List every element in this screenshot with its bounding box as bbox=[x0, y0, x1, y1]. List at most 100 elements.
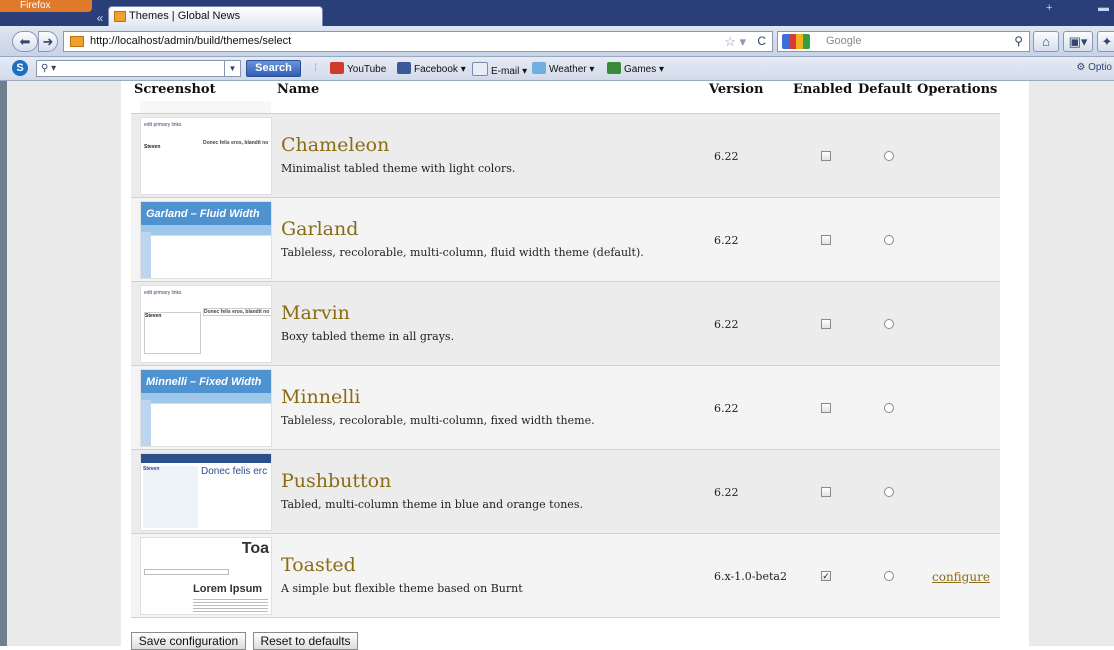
bookmark-email-label: E-mail ▾ bbox=[491, 66, 528, 77]
address-bar[interactable]: http://localhost/admin/build/themes/sele… bbox=[63, 31, 773, 52]
default-radio[interactable] bbox=[884, 235, 894, 245]
theme-description: A simple but flexible theme based on Bur… bbox=[281, 582, 523, 595]
header-screenshot: Screenshot bbox=[134, 82, 216, 97]
search-engine-placeholder: Google bbox=[826, 35, 862, 47]
reset-to-defaults-button[interactable]: Reset to defaults bbox=[253, 632, 358, 650]
reload-icon[interactable]: C bbox=[757, 32, 766, 51]
weather-icon bbox=[532, 62, 546, 74]
theme-screenshot: edit primary links Steven Donec felis er… bbox=[140, 117, 272, 195]
site-favicon-icon bbox=[114, 11, 126, 22]
thumb-title: Toa bbox=[241, 540, 269, 557]
table-row: Toa Lorem Ipsum Toasted A simple but fle… bbox=[131, 534, 1000, 618]
theme-name: Marvin bbox=[281, 302, 350, 324]
header-name: Name bbox=[277, 82, 320, 97]
theme-description: Tableless, recolorable, multi-column, fl… bbox=[281, 246, 644, 259]
bookmark-email[interactable]: E-mail ▾ bbox=[472, 62, 528, 77]
bookmark-games[interactable]: Games ▾ bbox=[607, 62, 664, 76]
url-text: http://localhost/admin/build/themes/sele… bbox=[90, 35, 292, 47]
theme-version: 6.22 bbox=[714, 402, 739, 415]
toolbar-separator-icon: ⁞ bbox=[314, 63, 317, 74]
thumb-links: edit primary links bbox=[144, 290, 182, 296]
browser-tab[interactable]: Themes | Global News bbox=[108, 6, 323, 26]
search-engine-field[interactable]: Google ⚲ bbox=[777, 31, 1030, 52]
thumb-heading: Donec felis erc bbox=[201, 466, 268, 477]
addons-button[interactable]: ▣▾ bbox=[1063, 31, 1093, 52]
thumb-main: Donec felis erc bbox=[201, 466, 271, 478]
google-logo-icon[interactable] bbox=[782, 34, 810, 49]
toolbar-search-button[interactable]: Search bbox=[246, 60, 301, 77]
toolbar-options[interactable]: ⚙ Optio bbox=[1076, 62, 1112, 73]
save-configuration-button[interactable]: Save configuration bbox=[131, 632, 246, 650]
theme-screenshot-partial bbox=[140, 101, 271, 113]
table-row: Minnelli – Fixed Width Minnelli Tableles… bbox=[131, 366, 1000, 450]
enabled-checkbox[interactable] bbox=[821, 403, 831, 413]
thumb-heading: Lorem Ipsum bbox=[193, 583, 263, 595]
thumb-site-name: Steven bbox=[145, 313, 162, 319]
thumb-heading: Donec felis eros, blandit no bbox=[204, 309, 270, 315]
theme-screenshot: edit primary links Steven Donec felis er… bbox=[140, 285, 272, 363]
theme-screenshot: Minnelli – Fixed Width bbox=[140, 369, 272, 447]
firefox-menu-button[interactable]: Firefox bbox=[0, 0, 92, 12]
enabled-checkbox[interactable] bbox=[821, 487, 831, 497]
table-row: Garland – Fluid Width Garland Tableless,… bbox=[131, 198, 1000, 282]
new-tab-icon[interactable]: + bbox=[1046, 2, 1052, 14]
theme-description: Tabled, multi-column theme in blue and o… bbox=[281, 498, 583, 511]
facebook-icon bbox=[397, 62, 411, 74]
bookmark-star-icon[interactable]: ☆ ▾ bbox=[724, 32, 746, 51]
table-header: Screenshot Name Version Enabled Default … bbox=[131, 81, 1000, 102]
thumb-sidebar: Steven bbox=[144, 144, 199, 150]
theme-version: 6.22 bbox=[714, 486, 739, 499]
bookmark-facebook[interactable]: Facebook ▾ bbox=[397, 62, 466, 76]
enabled-checkbox[interactable] bbox=[821, 319, 831, 329]
back-button[interactable]: ⬅ bbox=[12, 31, 38, 52]
bookmark-weather-label: Weather ▾ bbox=[549, 64, 595, 75]
sidebar-edge bbox=[0, 81, 7, 646]
toolbar-dropdown-icon[interactable]: ▼ bbox=[224, 61, 240, 76]
search-magnifier-icon[interactable]: ⚲ bbox=[1014, 32, 1023, 51]
youtube-icon bbox=[330, 62, 344, 74]
options-label: Optio bbox=[1088, 62, 1112, 73]
bookmark-youtube-label: YouTube bbox=[347, 64, 387, 75]
default-radio[interactable] bbox=[884, 319, 894, 329]
default-radio[interactable] bbox=[884, 403, 894, 413]
enabled-checkbox[interactable] bbox=[821, 235, 831, 245]
thumb-vertical-strip bbox=[141, 232, 151, 278]
thumb-sidebar: Steven bbox=[143, 466, 198, 528]
table-row-partial bbox=[131, 101, 1000, 114]
bookmark-weather[interactable]: Weather ▾ bbox=[532, 62, 594, 76]
overflow-button[interactable]: ✦ bbox=[1097, 31, 1114, 52]
home-button[interactable]: ⌂ bbox=[1033, 31, 1059, 52]
enabled-checkbox[interactable] bbox=[821, 151, 831, 161]
configure-link[interactable]: configure bbox=[932, 570, 990, 584]
page-margin-left bbox=[0, 81, 121, 646]
theme-description: Boxy tabled theme in all grays. bbox=[281, 330, 455, 343]
enabled-checkbox[interactable]: ✓ bbox=[821, 571, 831, 581]
theme-screenshot: Toa Lorem Ipsum bbox=[140, 537, 272, 615]
forward-button[interactable]: ➜ bbox=[38, 31, 58, 52]
page-margin-right bbox=[1029, 81, 1114, 646]
table-row: edit primary links Steven Donec felis er… bbox=[131, 114, 1000, 198]
theme-version: 6.22 bbox=[714, 318, 739, 331]
theme-version: 6.22 bbox=[714, 150, 739, 163]
options-icon: ⚙ bbox=[1076, 62, 1089, 73]
thumb-links: edit primary links bbox=[144, 122, 182, 128]
toolbar-logo-icon[interactable]: S bbox=[12, 60, 28, 76]
browser-title-bar: Firefox « Themes | Global News + ▬ bbox=[0, 0, 1114, 26]
tab-scroll-left-icon[interactable]: « bbox=[92, 10, 108, 26]
header-enabled: Enabled bbox=[793, 82, 853, 97]
bookmark-youtube[interactable]: YouTube bbox=[330, 62, 386, 76]
thumb-main: Donec felis eros, blandit no bbox=[203, 140, 271, 146]
minimize-window-icon[interactable]: ▬ bbox=[1098, 2, 1109, 14]
theme-name: Minnelli bbox=[281, 386, 361, 408]
theme-description: Tableless, recolorable, multi-column, fi… bbox=[281, 414, 595, 427]
games-icon bbox=[607, 62, 621, 74]
theme-description: Minimalist tabled theme with light color… bbox=[281, 162, 516, 175]
toolbar-search-input[interactable]: ⚲ ▾ ▼ bbox=[36, 60, 241, 77]
default-radio[interactable] bbox=[884, 487, 894, 497]
bookmark-facebook-label: Facebook ▾ bbox=[414, 64, 466, 75]
default-radio[interactable] bbox=[884, 571, 894, 581]
theme-name: Chameleon bbox=[281, 134, 390, 156]
thumb-search-box bbox=[144, 569, 229, 575]
default-radio[interactable] bbox=[884, 151, 894, 161]
theme-version: 6.x-1.0-beta2 bbox=[714, 570, 787, 583]
